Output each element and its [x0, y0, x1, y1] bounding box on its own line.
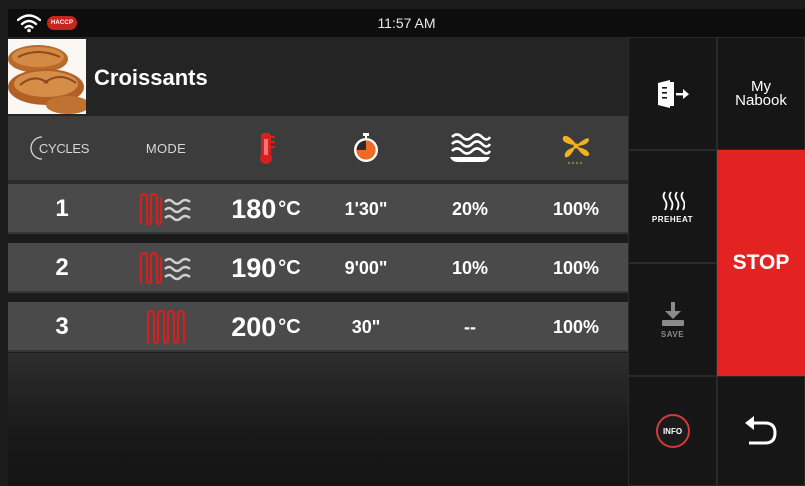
humidity-value: 20% [451, 198, 489, 219]
temp-unit: °C [278, 197, 301, 220]
back-arrow-icon [745, 416, 777, 445]
fan-value: 100% [552, 257, 600, 278]
mynabook-button[interactable]: My Nabook [717, 37, 805, 150]
cycles-label: CYCLES [38, 140, 90, 156]
cycle-number: 3 [55, 313, 69, 340]
humidity-value: 10% [451, 257, 489, 278]
time-value: 1'30" [344, 198, 388, 219]
empty-area [8, 353, 628, 486]
stop-label: STOP [732, 251, 790, 274]
stop-button[interactable]: STOP [717, 150, 805, 376]
temperature-value: 200 °C [216, 302, 316, 352]
save-button[interactable]: SAVE [628, 263, 717, 376]
temperature-value: 180 °C [216, 184, 316, 234]
fan-header [524, 116, 628, 180]
cycle-row-1[interactable]: 1 180 °C 1'30" 20% 100% [8, 184, 628, 234]
save-label: SAVE [660, 329, 685, 339]
temperature-value: 190 °C [216, 243, 316, 293]
preheat-button[interactable]: PREHEAT [628, 150, 717, 263]
cycle-number: 1 [55, 195, 69, 222]
fan-value: 100% [552, 316, 600, 337]
recipe-header: Croissants [8, 37, 628, 116]
cycles-table: CYCLES MODE 1 180 °C 1'30" 20% 100% 2 19… [8, 116, 628, 352]
temp-unit: °C [278, 256, 301, 279]
time-value: 9'00" [344, 257, 388, 278]
clock: 11:57 AM [377, 15, 436, 31]
export-button[interactable] [628, 37, 717, 150]
preheat-icon [662, 190, 685, 210]
temperature-header [216, 116, 316, 180]
humidity-header [416, 116, 524, 180]
mynabook-logo: My Nabook [735, 79, 787, 109]
humidity-value: -- [464, 316, 476, 337]
convection-steam-icon [116, 243, 216, 293]
temp-number: 200 [231, 311, 277, 342]
convection-icon [116, 302, 216, 352]
time-value: 30" [351, 316, 381, 337]
recipe-image [8, 39, 86, 114]
cycle-number: 2 [55, 254, 69, 281]
humidity-icon [450, 133, 492, 162]
cycles-header: CYCLES [8, 116, 116, 180]
save-icon [661, 301, 684, 326]
info-icon: INFO [655, 414, 690, 448]
cycle-row-2[interactable]: 2 190 °C 9'00" 10% 100% [8, 243, 628, 293]
status-bar: HACCP 11:57 AM [8, 9, 805, 37]
control-panel: My Nabook PREHEAT STOP SAVE INFO [628, 37, 805, 486]
cycle-row-3[interactable]: 3 200 °C 30" -- 100% [8, 302, 628, 352]
croissant-photo [8, 39, 86, 114]
back-button[interactable] [717, 376, 805, 486]
temp-number: 180 [231, 193, 277, 224]
export-icon [657, 79, 689, 108]
mode-header: MODE [116, 116, 216, 180]
table-header: CYCLES MODE [8, 116, 628, 180]
timer-icon [354, 133, 378, 162]
info-button[interactable]: INFO [628, 376, 717, 486]
mynabook-line2: Nabook [735, 91, 787, 109]
thermometer-icon [260, 133, 275, 164]
temp-unit: °C [278, 315, 301, 338]
recipe-title: Croissants [94, 65, 208, 90]
temp-number: 190 [231, 252, 277, 283]
mode-label: MODE [145, 140, 187, 156]
convection-steam-icon [116, 184, 216, 234]
fan-icon [562, 135, 590, 165]
preheat-label: PREHEAT [651, 214, 694, 224]
time-header [316, 116, 416, 180]
fan-value: 100% [552, 198, 600, 219]
